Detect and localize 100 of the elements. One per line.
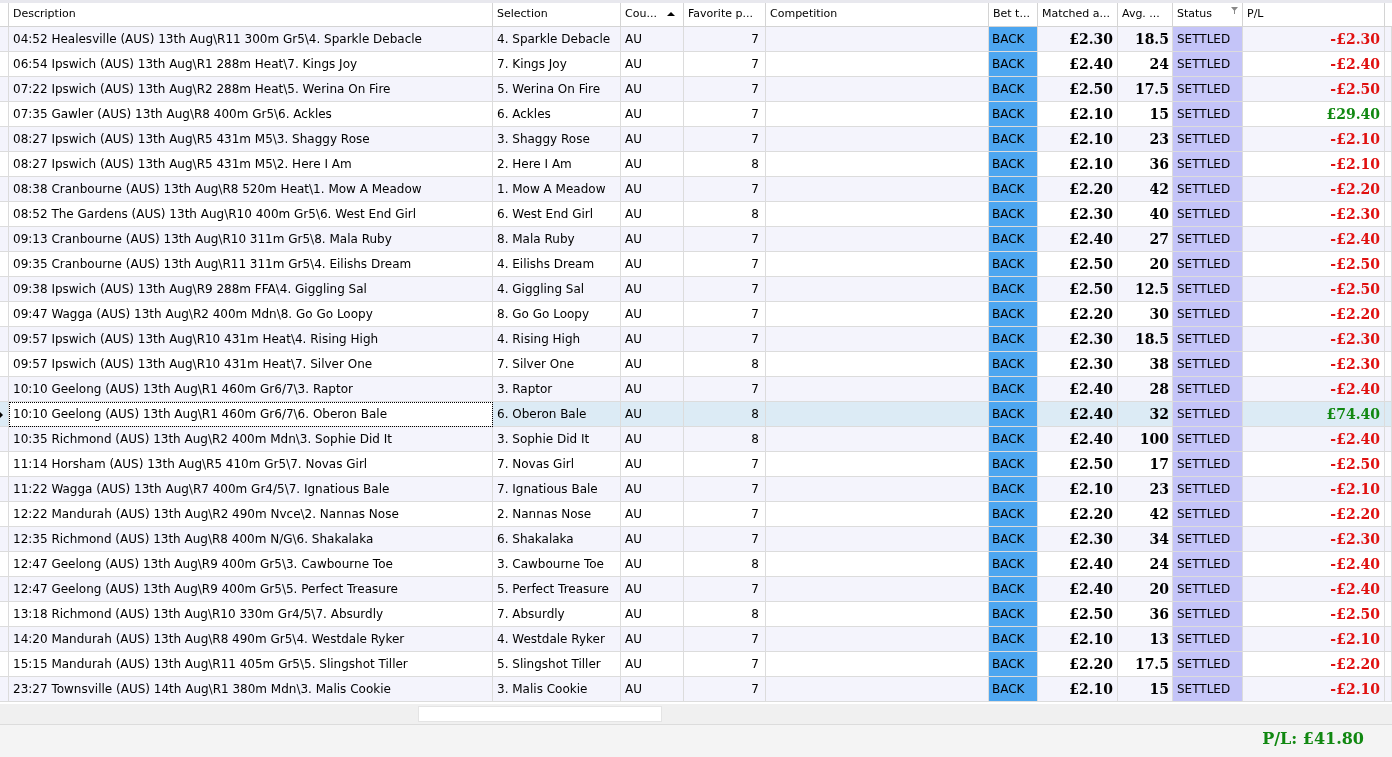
table-cell: SETTLED: [1173, 677, 1243, 702]
table-row[interactable]: 07:22 Ipswich (AUS) 13th Aug\R2 288m Heat\5. Werina On Fire 5. Werina On Fire AU 7 BACK £2.50 17.5 SETTLED -£2.50: [0, 77, 1392, 102]
table-cell: BACK: [989, 327, 1038, 352]
table-cell: BACK: [989, 27, 1038, 52]
table-cell: AU: [621, 677, 684, 702]
table-row[interactable]: 12:35 Richmond (AUS) 13th Aug\R8 400m N/G\6. Shakalaka 6. Shakalaka AU 7 BACK £2.30 34 SETTLED -£2.30: [0, 527, 1392, 552]
table-cell: 23:27 Townsville (AUS) 14th Aug\R1 380m Mdn\3. Malis Cookie: [9, 677, 493, 702]
table-cell: BACK: [989, 77, 1038, 102]
table-cell: BACK: [989, 602, 1038, 627]
table-cell: SETTLED: [1173, 377, 1243, 402]
table-cell: SETTLED: [1173, 552, 1243, 577]
table-cell: SETTLED: [1173, 577, 1243, 602]
table-cell: BACK: [989, 177, 1038, 202]
column-header[interactable]: Favorite p...: [684, 3, 766, 26]
table-row[interactable]: 06:54 Ipswich (AUS) 13th Aug\R1 288m Heat\7. Kings Joy 7. Kings Joy AU 7 BACK £2.40 24 SETTLED -£2.40: [0, 52, 1392, 77]
table-cell: BACK: [989, 652, 1038, 677]
table-cell: BACK: [989, 377, 1038, 402]
table-cell: BACK: [989, 452, 1038, 477]
table-row[interactable]: 11:14 Horsham (AUS) 13th Aug\R5 410m Gr5\7. Novas Girl 7. Novas Girl AU 7 BACK £2.50 17 SETTLED -£2.50: [0, 452, 1392, 477]
table-row[interactable]: 12:47 Geelong (AUS) 13th Aug\R9 400m Gr5\5. Perfect Treasure 5. Perfect Treasure AU 7 BACK £2.40 20 SETTLED -£2.40: [0, 577, 1392, 602]
column-header[interactable]: Matched a...: [1038, 3, 1118, 26]
table-cell: BACK: [989, 127, 1038, 152]
table-cell: BACK: [989, 477, 1038, 502]
table-cell: SETTLED: [1173, 52, 1243, 77]
column-header[interactable]: Competition: [766, 3, 989, 26]
table-cell: BACK: [989, 102, 1038, 127]
table-row[interactable]: 08:52 The Gardens (AUS) 13th Aug\R10 400m Gr5\6. West End Girl 6. West End Girl AU 8 BACK £2.30 40 SETTLED -£2.30: [0, 202, 1392, 227]
table-cell: SETTLED: [1173, 652, 1243, 677]
column-header[interactable]: Avg. ...: [1118, 3, 1173, 26]
table-cell: SETTLED: [1173, 177, 1243, 202]
table-cell: SETTLED: [1173, 327, 1243, 352]
horizontal-scrollbar-thumb[interactable]: [418, 706, 662, 722]
table-cell: SETTLED: [1173, 477, 1243, 502]
table-cell: 3. Malis Cookie: [493, 677, 621, 702]
table-row[interactable]: 09:13 Cranbourne (AUS) 13th Aug\R10 311m Gr5\8. Mala Ruby 8. Mala Ruby AU 7 BACK £2.40 27 SETTLED -£2.40: [0, 227, 1392, 252]
table-cell: SETTLED: [1173, 452, 1243, 477]
table-cell: SETTLED: [1173, 602, 1243, 627]
table-cell: SETTLED: [1173, 502, 1243, 527]
table-row[interactable]: 08:38 Cranbourne (AUS) 13th Aug\R8 520m Heat\1. Mow A Meadow 1. Mow A Meadow AU 7 BACK £2.20 42 SETTLED -£2.20: [0, 177, 1392, 202]
table-row[interactable]: 08:27 Ipswich (AUS) 13th Aug\R5 431m M5\2. Here I Am 2. Here I Am AU 8 BACK £2.10 36 SETTLED -£2.10: [0, 152, 1392, 177]
table-row[interactable]: 12:47 Geelong (AUS) 13th Aug\R9 400m Gr5\3. Cawbourne Toe 3. Cawbourne Toe AU 8 BACK £2.40 24 SETTLED -£2.40: [0, 552, 1392, 577]
table-cell: BACK: [989, 427, 1038, 452]
table-row[interactable]: 12:22 Mandurah (AUS) 13th Aug\R2 490m Nvce\2. Nannas Nose 2. Nannas Nose AU 7 BACK £2.20 42 SETTLED -£2.20: [0, 502, 1392, 527]
table-row[interactable]: 04:52 Healesville (AUS) 13th Aug\R11 300m Gr5\4. Sparkle Debacle 4. Sparkle Debacle AU 7 BACK £2.30 18.5 SETTLED -£2.30: [0, 27, 1392, 52]
table-cell: 10:10 Geelong (AUS) 13th Aug\R1 460m Gr6/7\6. Oberon Bale: [9, 402, 493, 427]
table-cell: BACK: [989, 502, 1038, 527]
table-cell: £2.10: [1038, 677, 1118, 702]
table-cell: BACK: [989, 252, 1038, 277]
table-cell: SETTLED: [1173, 527, 1243, 552]
table-row[interactable]: 08:27 Ipswich (AUS) 13th Aug\R5 431m M5\3. Shaggy Rose 3. Shaggy Rose AU 7 BACK £2.10 23 SETTLED -£2.10: [0, 127, 1392, 152]
column-header[interactable]: Bet t...: [989, 3, 1038, 26]
column-header[interactable]: Description: [9, 3, 493, 26]
table-cell: BACK: [989, 577, 1038, 602]
table-row[interactable]: 23:27 Townsville (AUS) 14th Aug\R1 380m Mdn\3. Malis Cookie 3. Malis Cookie AU 7 BACK £2.10 15 SETTLED -£2.10: [0, 677, 1392, 702]
table-cell: 7: [684, 677, 766, 702]
table-cell: BACK: [989, 552, 1038, 577]
table-cell: SETTLED: [1173, 252, 1243, 277]
table-cell: BACK: [989, 152, 1038, 177]
table-cell: SETTLED: [1173, 202, 1243, 227]
table-row[interactable]: 09:38 Ipswich (AUS) 13th Aug\R9 288m FFA\4. Giggling Sal 4. Giggling Sal AU 7 BACK £2.50 12.5 SETTLED -£2.50: [0, 277, 1392, 302]
table-cell: SETTLED: [1173, 302, 1243, 327]
table-cell: SETTLED: [1173, 427, 1243, 452]
table-cell: SETTLED: [1173, 277, 1243, 302]
table-cell: SETTLED: [1173, 127, 1243, 152]
table-row[interactable]: 13:18 Richmond (AUS) 13th Aug\R10 330m Gr4/5\7. Absurdly 7. Absurdly AU 8 BACK £2.50 36 SETTLED -£2.50: [0, 602, 1392, 627]
table-row[interactable]: 09:57 Ipswich (AUS) 13th Aug\R10 431m Heat\7. Silver One 7. Silver One AU 8 BACK £2.30 38 SETTLED -£2.30: [0, 352, 1392, 377]
table-cell: BACK: [989, 527, 1038, 552]
table-cell: BACK: [989, 277, 1038, 302]
row-pointer-icon: [0, 412, 3, 418]
table-cell: -£2.10: [1243, 677, 1385, 702]
table-row[interactable]: 10:35 Richmond (AUS) 13th Aug\R2 400m Mdn\3. Sophie Did It 3. Sophie Did It AU 8 BACK £2.40 100 SETTLED -£2.40: [0, 427, 1392, 452]
filter-icon[interactable]: [1231, 7, 1238, 14]
table-cell: BACK: [989, 402, 1038, 427]
table-cell: SETTLED: [1173, 27, 1243, 52]
profit-loss-total: P/L: £41.80: [1262, 728, 1364, 750]
table-row[interactable]: 15:15 Mandurah (AUS) 13th Aug\R11 405m Gr5\5. Slingshot Tiller 5. Slingshot Tiller AU 7 BACK £2.20 17.5 SETTLED -£2.20: [0, 652, 1392, 677]
table-row[interactable]: 09:47 Wagga (AUS) 13th Aug\R2 400m Mdn\8. Go Go Loopy 8. Go Go Loopy AU 7 BACK £2.20 30 SETTLED -£2.20: [0, 302, 1392, 327]
table-cell: SETTLED: [1173, 152, 1243, 177]
column-header[interactable]: P/L: [1243, 3, 1385, 26]
table-row[interactable]: 14:20 Mandurah (AUS) 13th Aug\R8 490m Gr5\4. Westdale Ryker 4. Westdale Ryker AU 7 BACK £2.10 13 SETTLED -£2.10: [0, 627, 1392, 652]
table-cell: BACK: [989, 227, 1038, 252]
table-row[interactable]: 10:10 Geelong (AUS) 13th Aug\R1 460m Gr6/7\3. Raptor 3. Raptor AU 7 BACK £2.40 28 SETTLED -£2.40: [0, 377, 1392, 402]
table-row[interactable]: 07:35 Gawler (AUS) 13th Aug\R8 400m Gr5\6. Ackles 6. Ackles AU 7 BACK £2.10 15 SETTLED £29.40: [0, 102, 1392, 127]
table-row[interactable]: 09:35 Cranbourne (AUS) 13th Aug\R11 311m Gr5\4. Eilishs Dream 4. Eilishs Dream AU 7 BACK £2.50 20 SETTLED -£2.50: [0, 252, 1392, 277]
table-cell: SETTLED: [1173, 627, 1243, 652]
table-cell: BACK: [989, 52, 1038, 77]
table-row[interactable]: 09:57 Ipswich (AUS) 13th Aug\R10 431m Heat\4. Rising High 4. Rising High AU 7 BACK £2.30 18.5 SETTLED -£2.30: [0, 327, 1392, 352]
table-cell: BACK: [989, 302, 1038, 327]
table-cell: BACK: [989, 202, 1038, 227]
table-cell: BACK: [989, 677, 1038, 702]
table-cell: BACK: [989, 627, 1038, 652]
column-header[interactable]: Status: [1173, 3, 1243, 26]
table-row[interactable]: 11:22 Wagga (AUS) 13th Aug\R7 400m Gr4/5\7. Ignatious Bale 7. Ignatious Bale AU 7 BACK £2.10 23 SETTLED -£2.10: [0, 477, 1392, 502]
table-cell: SETTLED: [1173, 402, 1243, 427]
table-cell: SETTLED: [1173, 77, 1243, 102]
table-cell: BACK: [989, 352, 1038, 377]
table-row[interactable]: 10:10 Geelong (AUS) 13th Aug\R1 460m Gr6/7\6. Oberon Bale 6. Oberon Bale AU 8 BACK £2.40 32 SETTLED £74.40: [0, 402, 1392, 427]
column-header[interactable]: Cou...: [621, 3, 684, 26]
table-cell: SETTLED: [1173, 102, 1243, 127]
column-header[interactable]: Selection: [493, 3, 621, 26]
